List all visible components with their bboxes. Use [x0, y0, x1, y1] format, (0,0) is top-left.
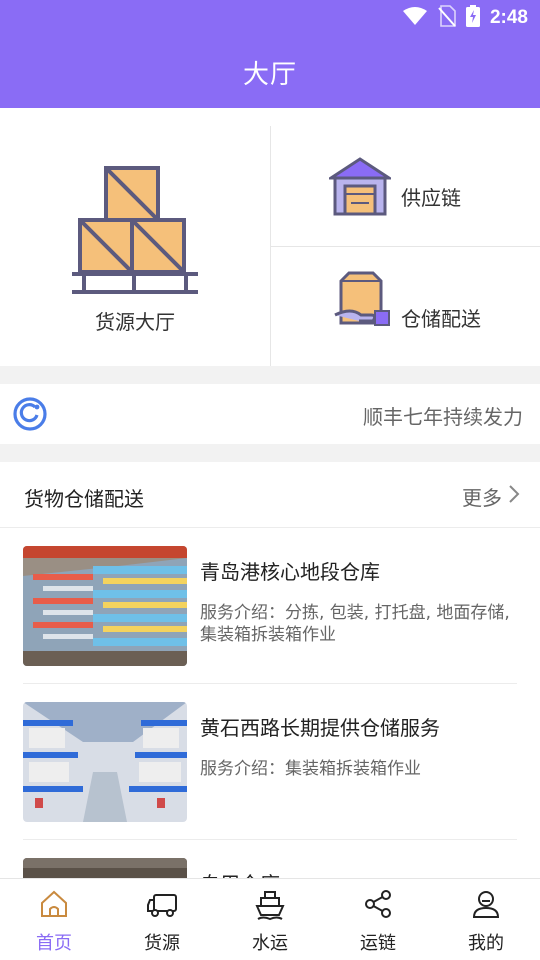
- list-item[interactable]: 黄石西路长期提供仓储服务 服务介绍：集装箱拆装箱作业: [0, 684, 540, 840]
- notice-bar[interactable]: 顺丰七年持续发力: [0, 384, 540, 444]
- ship-icon: [255, 889, 285, 925]
- list-item[interactable]: 自用仓库: [0, 840, 540, 878]
- more-label: 更多: [462, 486, 502, 510]
- share-icon: [363, 889, 393, 923]
- tab-label: 水运: [252, 933, 288, 954]
- item-name: 自用仓库: [200, 868, 280, 878]
- status-time: 2:48: [489, 7, 528, 28]
- tab-water-transport[interactable]: 水运: [216, 879, 324, 960]
- item-desc: 服务介绍：分拣, 包装, 打托盘, 地面存储, 集装箱拆装箱作业: [200, 603, 510, 645]
- package-hand-icon: [331, 271, 393, 341]
- chevron-right-icon: [508, 484, 520, 509]
- item-desc: 服务介绍：集装箱拆装箱作业: [200, 759, 421, 779]
- home-icon: [39, 889, 69, 923]
- tab-label: 首页: [36, 933, 72, 954]
- section-title: 货物仓储配送: [24, 487, 144, 511]
- status-bar: 2:48: [402, 5, 528, 31]
- no-sim-icon: [438, 5, 456, 31]
- truck-icon: [146, 889, 178, 923]
- tab-label: 运链: [360, 933, 396, 954]
- hero-panel: 货源大厅 供应链 仓储配送: [0, 108, 540, 366]
- tab-label: 货源: [144, 933, 180, 954]
- cargo-storage-section: 货物仓储配送 更多 青岛港核心地段仓库 服务介绍：分拣, 包装, 打托盘, 地面…: [0, 462, 540, 878]
- user-icon: [471, 889, 501, 923]
- notice-text: 顺丰七年持续发力: [363, 405, 523, 429]
- tab-home[interactable]: 首页: [0, 879, 108, 960]
- notice-icon: [12, 396, 48, 436]
- cargo-hall-button[interactable]: 货源大厅: [0, 108, 270, 366]
- tab-label: 我的: [468, 933, 504, 954]
- tab-mine[interactable]: 我的: [432, 879, 540, 960]
- supply-chain-button[interactable]: 供应链: [271, 126, 540, 246]
- app-header: 2:48 大厅: [0, 0, 540, 108]
- tab-logistics-chain[interactable]: 运链: [324, 879, 432, 960]
- warehouse-icon: [325, 156, 395, 220]
- supply-chain-label: 供应链: [401, 186, 461, 210]
- bottom-tab-bar: 首页 货源 水运 运链 我的: [0, 878, 540, 960]
- wifi-icon: [402, 6, 428, 30]
- item-name: 青岛港核心地段仓库: [200, 560, 380, 584]
- tab-cargo[interactable]: 货源: [108, 879, 216, 960]
- battery-icon: [465, 5, 480, 31]
- cargo-hall-label: 货源大厅: [95, 310, 175, 334]
- warehouse-image: [23, 858, 187, 878]
- warehouse-delivery-label: 仓储配送: [401, 307, 481, 331]
- section-header: 货物仓储配送 更多: [0, 462, 540, 528]
- warehouse-racks-image: [23, 702, 187, 822]
- warehouse-shelves-image: [23, 546, 187, 666]
- list-item[interactable]: 青岛港核心地段仓库 服务介绍：分拣, 包装, 打托盘, 地面存储, 集装箱拆装箱…: [0, 528, 540, 684]
- stacked-boxes-icon: [70, 164, 200, 300]
- more-link[interactable]: 更多: [462, 482, 520, 511]
- page-title: 大厅: [242, 60, 297, 90]
- warehouse-delivery-button[interactable]: 仓储配送: [271, 247, 540, 367]
- item-name: 黄石西路长期提供仓储服务: [200, 716, 440, 740]
